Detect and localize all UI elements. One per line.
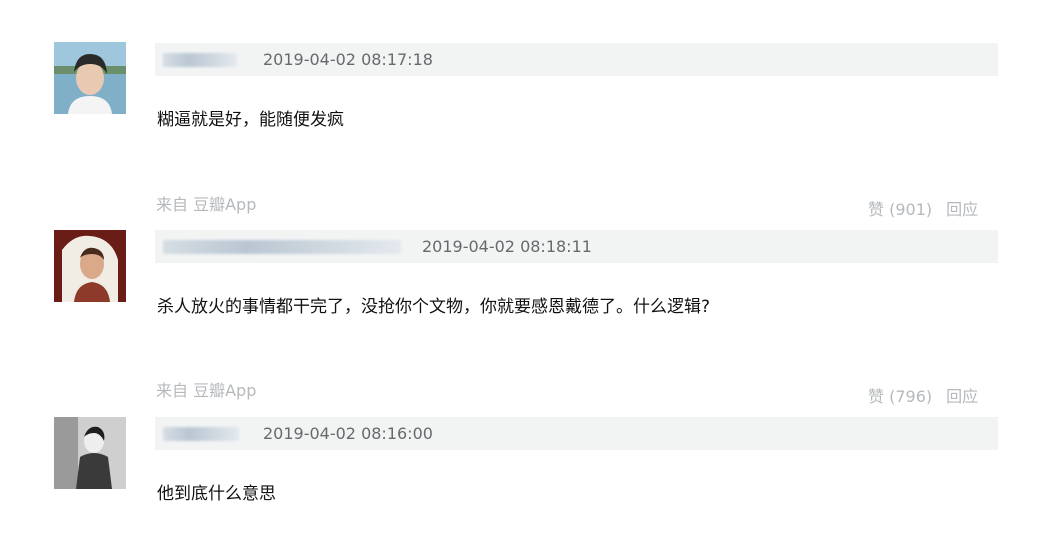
comment-timestamp: 2019-04-02 08:18:11 [422,237,592,256]
username-blurred[interactable] [163,240,401,254]
avatar-photo-icon [54,417,126,489]
avatar-photo-icon [54,230,126,302]
avatar[interactable] [54,42,126,114]
comment-source: 来自 豆瓣App [156,195,257,214]
avatar[interactable] [54,230,126,302]
comment-text: 糊逼就是好，能随便发疯 [157,110,344,130]
username-blurred[interactable] [163,53,237,67]
comment-meta-bar: 2019-04-02 08:18:11 [155,230,998,263]
comment-text: 杀人放火的事情都干完了，没抢你个文物，你就要感恩戴德了。什么逻辑? [157,297,711,317]
comment-timestamp: 2019-04-02 08:17:18 [263,50,433,69]
reply-button[interactable]: 回应 [946,387,978,406]
comment-text: 他到底什么意思 [157,484,276,504]
username-blurred[interactable] [163,427,239,441]
comment-meta-bar: 2019-04-02 08:17:18 [155,43,998,76]
reply-button[interactable]: 回应 [946,200,978,219]
comment-source: 来自 豆瓣App [156,381,257,400]
comment-actions: 赞 (796) 回应 [868,383,978,407]
avatar-photo-icon [54,42,126,114]
comment-actions: 赞 (901) 回应 [868,196,978,220]
like-button[interactable]: 赞 (901) [868,200,932,219]
like-button[interactable]: 赞 (796) [868,387,932,406]
comment-meta-bar: 2019-04-02 08:16:00 [155,417,998,450]
avatar[interactable] [54,417,126,489]
comment-timestamp: 2019-04-02 08:16:00 [263,424,433,443]
